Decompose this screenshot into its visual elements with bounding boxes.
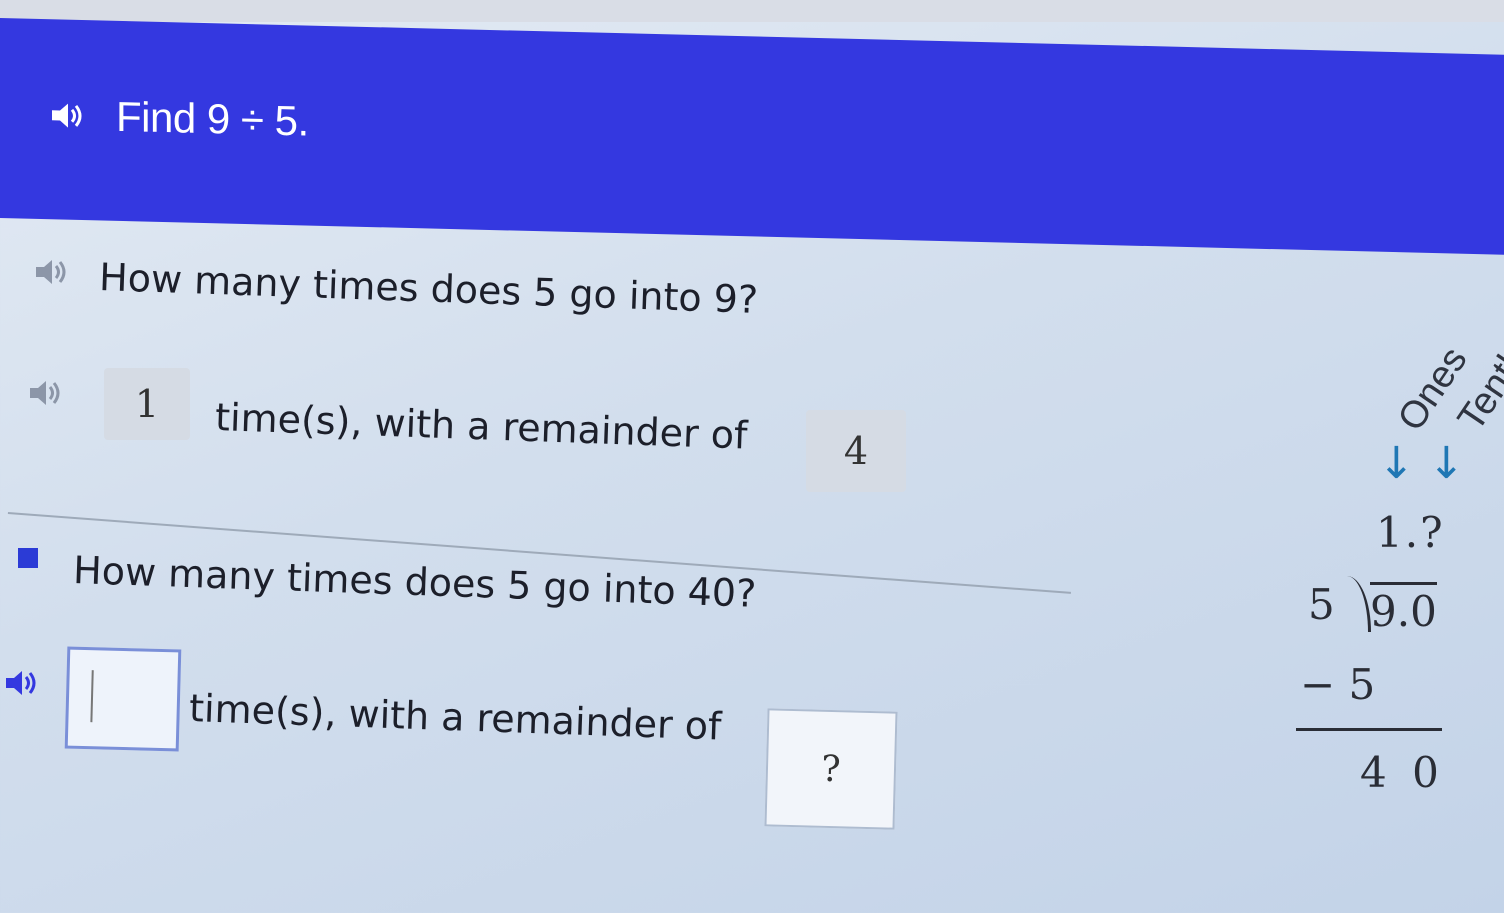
prompt-title: Find 9 ÷ 5. <box>116 92 309 145</box>
long-division-subtract: − 5 <box>1300 660 1376 709</box>
answer-text-1: time(s), with a remainder of <box>214 395 749 458</box>
header-banner: Find 9 ÷ 5. <box>0 18 1504 255</box>
answer-remainder-1: 4 <box>806 410 906 492</box>
header-content: Find 9 ÷ 5. <box>50 91 309 145</box>
speaker-icon[interactable] <box>50 100 86 131</box>
remainder-input[interactable]: ? <box>764 708 898 830</box>
long-division-quotient: 1.? <box>1376 508 1445 557</box>
answer-quotient-1: 1 <box>104 368 190 440</box>
subtraction-line <box>1296 728 1442 731</box>
long-division-remainder: 4 0 <box>1360 748 1445 797</box>
long-division-dividend: 9.0 <box>1370 582 1437 636</box>
speaker-icon[interactable] <box>4 668 40 702</box>
current-step-marker <box>18 548 38 568</box>
speaker-icon[interactable] <box>28 378 64 412</box>
quotient-input[interactable] <box>64 646 182 752</box>
long-division-divisor: 5 <box>1308 580 1335 629</box>
top-strip <box>0 0 1504 22</box>
question-1: How many times does 5 go into 9? <box>98 255 759 322</box>
text-cursor <box>90 670 94 723</box>
division-bracket <box>1340 576 1371 632</box>
speaker-icon[interactable] <box>34 257 70 291</box>
answer-text-2: time(s), with a remainder of <box>188 686 723 749</box>
question-2: How many times does 5 go into 40? <box>72 548 757 616</box>
down-arrow-icon: ↓ <box>1428 438 1465 489</box>
down-arrow-icon: ↓ <box>1378 438 1415 489</box>
